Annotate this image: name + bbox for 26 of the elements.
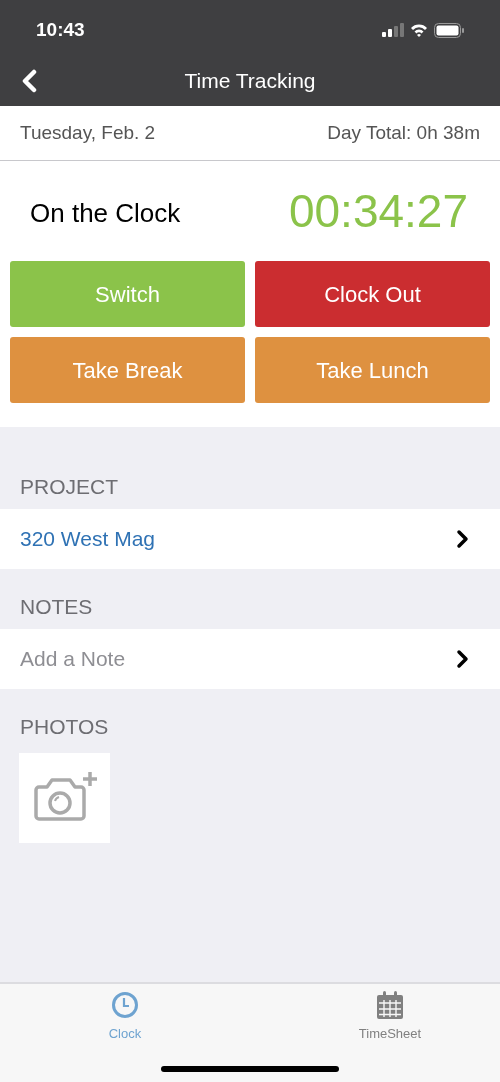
nav-title: Time Tracking — [184, 68, 316, 95]
section-header: NOTES — [20, 594, 93, 621]
tab[interactable]: Clock — [0, 990, 250, 1044]
section-header: PROJECT — [20, 474, 118, 501]
chevron-icon — [456, 529, 470, 549]
signal-icon — [382, 23, 404, 37]
tab[interactable]: TimeSheet — [250, 990, 500, 1044]
battery-icon — [434, 22, 464, 38]
action-button[interactable]: Take Break — [10, 337, 245, 403]
status-time: 10:43 — [36, 17, 85, 42]
wifi-icon — [410, 23, 428, 37]
action-button[interactable]: Clock Out — [255, 261, 490, 327]
chevron-icon — [456, 649, 470, 669]
clock-icon — [110, 990, 140, 1020]
action-button[interactable]: Take Lunch — [255, 337, 490, 403]
note-placeholder: Add a Note — [20, 646, 126, 673]
day-total: Day Total: 0h 38m — [327, 120, 480, 145]
clock-status: On the Clock — [30, 196, 181, 230]
elapsed-timer: 00:34:27 — [288, 183, 468, 239]
action-button[interactable]: Switch — [10, 261, 245, 327]
date-label: Tuesday, Feb. 2 — [20, 120, 156, 145]
section-header: PHOTOS — [20, 714, 109, 741]
calendar-icon — [375, 990, 405, 1020]
project-name: 320 West Mag — [20, 526, 155, 553]
list-row[interactable]: Add a Note — [0, 629, 500, 689]
list-row[interactable]: 320 West Mag — [0, 509, 500, 569]
